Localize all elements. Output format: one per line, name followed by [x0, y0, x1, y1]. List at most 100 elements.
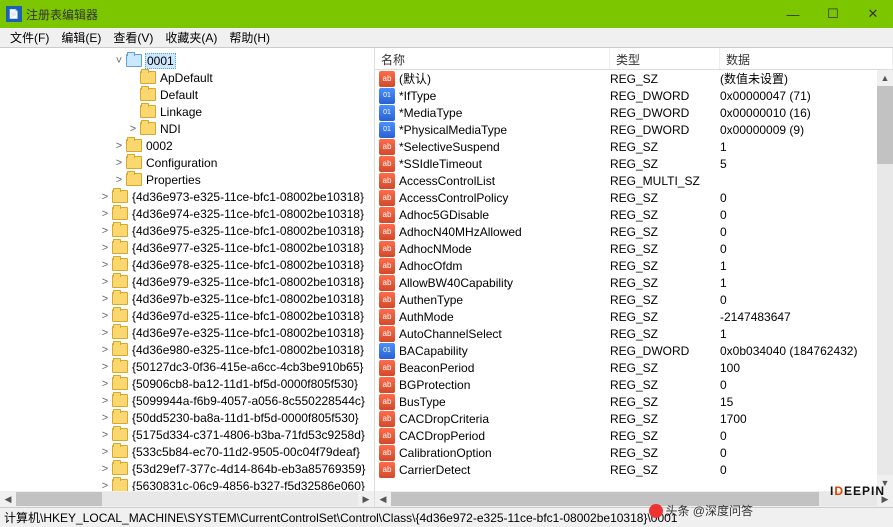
- minimize-button[interactable]: —: [773, 0, 813, 28]
- expand-toggle-icon[interactable]: >: [98, 225, 112, 237]
- scroll-thumb[interactable]: [877, 86, 893, 164]
- expand-toggle-icon[interactable]: >: [98, 191, 112, 203]
- value-name: (默认): [399, 70, 610, 87]
- tree-item[interactable]: >{4d36e978-e325-11ce-bfc1-08002be10318}: [0, 256, 374, 273]
- value-row[interactable]: BeaconPeriodREG_SZ100: [375, 359, 893, 376]
- expand-toggle-icon[interactable]: >: [98, 327, 112, 339]
- tree-item[interactable]: >{4d36e977-e325-11ce-bfc1-08002be10318}: [0, 239, 374, 256]
- tree-item[interactable]: >{53d29ef7-377c-4d14-864b-eb3a85769359}: [0, 460, 374, 477]
- tree-item[interactable]: >Linkage: [0, 103, 374, 120]
- value-row[interactable]: AdhocNModeREG_SZ0: [375, 240, 893, 257]
- expand-toggle-icon[interactable]: >: [112, 174, 126, 186]
- value-row[interactable]: AdhocN40MHzAllowedREG_SZ0: [375, 223, 893, 240]
- value-row[interactable]: CarrierDetectREG_SZ0: [375, 461, 893, 478]
- tree-item[interactable]: >{5099944a-f6b9-4057-a056-8c550228544c}: [0, 392, 374, 409]
- tree-item[interactable]: >{4d36e97d-e325-11ce-bfc1-08002be10318}: [0, 307, 374, 324]
- value-row[interactable]: AdhocOfdmREG_SZ1: [375, 257, 893, 274]
- tree-item[interactable]: >Properties: [0, 171, 374, 188]
- scroll-right-icon[interactable]: ▶: [358, 494, 374, 505]
- scroll-up-icon[interactable]: ▲: [877, 70, 893, 86]
- tree-item[interactable]: >{4d36e979-e325-11ce-bfc1-08002be10318}: [0, 273, 374, 290]
- value-row[interactable]: BusTypeREG_SZ15: [375, 393, 893, 410]
- expand-toggle-icon[interactable]: >: [112, 157, 126, 169]
- col-data[interactable]: 数据: [720, 48, 893, 69]
- menu-view[interactable]: 查看(V): [107, 27, 159, 48]
- values-list[interactable]: (默认)REG_SZ(数值未设置)*IfTypeREG_DWORD0x00000…: [375, 70, 893, 507]
- tree-item[interactable]: >{4d36e973-e325-11ce-bfc1-08002be10318}: [0, 188, 374, 205]
- scroll-down-icon[interactable]: ▼: [877, 475, 893, 491]
- tree-item[interactable]: >Configuration: [0, 154, 374, 171]
- expand-toggle-icon[interactable]: >: [98, 429, 112, 441]
- expand-toggle-icon[interactable]: >: [112, 140, 126, 152]
- tree-item[interactable]: >{4d36e980-e325-11ce-bfc1-08002be10318}: [0, 341, 374, 358]
- value-row[interactable]: CACDropCriteriaREG_SZ1700: [375, 410, 893, 427]
- maximize-button[interactable]: ☐: [813, 0, 853, 28]
- menu-help[interactable]: 帮助(H): [223, 27, 276, 48]
- scroll-left-icon[interactable]: ◀: [0, 494, 16, 505]
- expand-toggle-icon[interactable]: >: [98, 310, 112, 322]
- value-row[interactable]: *SSIdleTimeoutREG_SZ5: [375, 155, 893, 172]
- value-row[interactable]: AuthenTypeREG_SZ0: [375, 291, 893, 308]
- tree-item[interactable]: >{50dd5230-ba8a-11d1-bf5d-0000f805f530}: [0, 409, 374, 426]
- value-row[interactable]: (默认)REG_SZ(数值未设置): [375, 70, 893, 87]
- expand-toggle-icon[interactable]: >: [98, 480, 112, 492]
- scroll-left-icon[interactable]: ◀: [375, 494, 391, 505]
- value-row[interactable]: *SelectiveSuspendREG_SZ1: [375, 138, 893, 155]
- value-row[interactable]: CACDropPeriodREG_SZ0: [375, 427, 893, 444]
- tree-item[interactable]: >{4d36e97b-e325-11ce-bfc1-08002be10318}: [0, 290, 374, 307]
- values-vscroll[interactable]: ▲ ▼: [877, 70, 893, 491]
- menu-favorites[interactable]: 收藏夹(A): [159, 27, 223, 48]
- close-button[interactable]: ✕: [853, 0, 893, 28]
- tree-item[interactable]: >Default: [0, 86, 374, 103]
- value-row[interactable]: AccessControlListREG_MULTI_SZ: [375, 172, 893, 189]
- tree-item[interactable]: >{5175d334-c371-4806-b3ba-71fd53c9258d}: [0, 426, 374, 443]
- expand-toggle-icon[interactable]: >: [98, 208, 112, 220]
- tree-item[interactable]: >{50906cb8-ba12-11d1-bf5d-0000f805f530}: [0, 375, 374, 392]
- tree-item[interactable]: >{533c5b84-ec70-11d2-9505-00c04f79deaf}: [0, 443, 374, 460]
- value-row[interactable]: AuthModeREG_SZ-2147483647: [375, 308, 893, 325]
- tree-item[interactable]: >{50127dc3-0f36-415e-a6cc-4cb3be910b65}: [0, 358, 374, 375]
- menu-file[interactable]: 文件(F): [4, 27, 55, 48]
- scroll-right-icon[interactable]: ▶: [877, 494, 893, 505]
- tree-item[interactable]: >NDI: [0, 120, 374, 137]
- expand-toggle-icon[interactable]: >: [98, 293, 112, 305]
- value-row[interactable]: AccessControlPolicyREG_SZ0: [375, 189, 893, 206]
- expand-toggle-icon[interactable]: >: [98, 344, 112, 356]
- expand-toggle-icon[interactable]: >: [98, 395, 112, 407]
- expand-toggle-icon[interactable]: >: [98, 242, 112, 254]
- expand-toggle-icon[interactable]: >: [98, 378, 112, 390]
- expand-toggle-icon[interactable]: >: [126, 123, 140, 135]
- values-header[interactable]: 名称 类型 数据: [375, 48, 893, 70]
- col-type[interactable]: 类型: [610, 48, 720, 69]
- value-row[interactable]: BGProtectionREG_SZ0: [375, 376, 893, 393]
- expand-toggle-icon[interactable]: >: [98, 276, 112, 288]
- expand-toggle-icon[interactable]: >: [98, 446, 112, 458]
- col-name[interactable]: 名称: [375, 48, 610, 69]
- expand-toggle-icon[interactable]: >: [98, 463, 112, 475]
- value-row[interactable]: *IfTypeREG_DWORD0x00000047 (71): [375, 87, 893, 104]
- tree-item[interactable]: >{4d36e974-e325-11ce-bfc1-08002be10318}: [0, 205, 374, 222]
- value-row[interactable]: Adhoc5GDisableREG_SZ0: [375, 206, 893, 223]
- tree-item[interactable]: ˅0001: [0, 52, 374, 69]
- tree-item[interactable]: >ApDefault: [0, 69, 374, 86]
- expand-toggle-icon[interactable]: ˅: [112, 55, 126, 67]
- scroll-thumb[interactable]: [391, 492, 819, 506]
- expand-toggle-icon[interactable]: >: [98, 259, 112, 271]
- tree-hscroll[interactable]: ◀ ▶: [0, 491, 374, 507]
- expand-toggle-icon[interactable]: >: [98, 361, 112, 373]
- value-data: 0: [720, 446, 893, 460]
- expand-toggle-icon[interactable]: >: [98, 412, 112, 424]
- value-row[interactable]: AutoChannelSelectREG_SZ1: [375, 325, 893, 342]
- tree-item[interactable]: >0002: [0, 137, 374, 154]
- value-row[interactable]: *MediaTypeREG_DWORD0x00000010 (16): [375, 104, 893, 121]
- tree-item[interactable]: >{4d36e97e-e325-11ce-bfc1-08002be10318}: [0, 324, 374, 341]
- value-row[interactable]: *PhysicalMediaTypeREG_DWORD0x00000009 (9…: [375, 121, 893, 138]
- values-hscroll[interactable]: ◀ ▶: [375, 491, 893, 507]
- value-row[interactable]: BACapabilityREG_DWORD0x0b034040 (1847624…: [375, 342, 893, 359]
- tree-view[interactable]: ˅0001>ApDefault>Default>Linkage>NDI>0002…: [0, 48, 374, 507]
- value-row[interactable]: AllowBW40CapabilityREG_SZ1: [375, 274, 893, 291]
- value-row[interactable]: CalibrationOptionREG_SZ0: [375, 444, 893, 461]
- menu-edit[interactable]: 编辑(E): [55, 27, 107, 48]
- scroll-thumb[interactable]: [16, 492, 102, 506]
- tree-item[interactable]: >{4d36e975-e325-11ce-bfc1-08002be10318}: [0, 222, 374, 239]
